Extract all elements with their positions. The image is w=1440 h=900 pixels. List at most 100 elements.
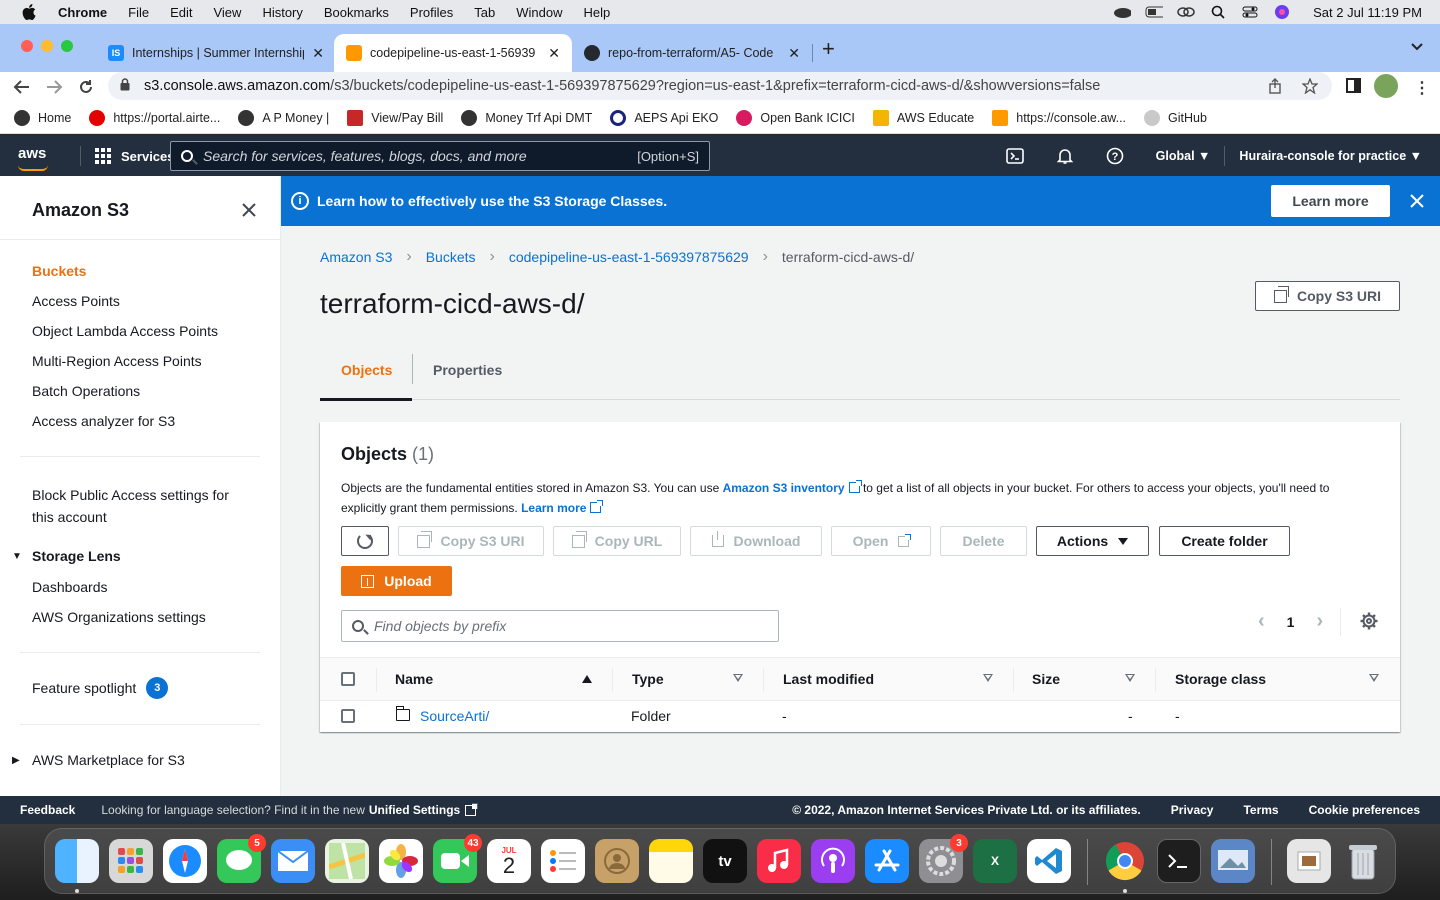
column-header-last-modified[interactable]: Last modified [783, 671, 874, 687]
zoom-window-button[interactable] [61, 40, 73, 52]
siri-icon[interactable] [1273, 5, 1291, 19]
account-menu[interactable]: Huraira-console for practice ▼ [1239, 149, 1422, 163]
open-button[interactable]: Open [831, 526, 931, 556]
cloudshell-icon[interactable] [1005, 147, 1024, 165]
browser-tab-internships[interactable]: IS Internships | Summer Internship ✕ [96, 34, 336, 72]
downloads-stack-icon[interactable] [1287, 839, 1331, 883]
excel-icon[interactable]: X [973, 839, 1017, 883]
safari-icon[interactable] [163, 839, 207, 883]
finder-icon[interactable] [55, 839, 99, 883]
tab-search-chevron-icon[interactable] [1410, 40, 1424, 55]
bookmark-github[interactable]: GitHub [1144, 109, 1207, 126]
notes-icon[interactable] [649, 839, 693, 883]
table-row[interactable]: SourceArti/ Folder - - - [320, 701, 1400, 731]
learn-more-button[interactable]: Learn more [1271, 185, 1390, 217]
profile-avatar[interactable] [1374, 74, 1398, 98]
create-folder-button[interactable]: Create folder [1159, 526, 1290, 556]
sort-caret-icon[interactable] [1125, 674, 1135, 682]
unified-settings-link[interactable]: Unified Settings [369, 803, 460, 817]
select-all-checkbox[interactable] [341, 672, 355, 686]
sort-caret-icon[interactable] [983, 674, 993, 682]
help-icon[interactable]: ? [1106, 147, 1124, 165]
learn-more-link[interactable]: Learn more [521, 501, 586, 515]
sidebar-item-batch-operations[interactable]: Batch Operations [32, 383, 140, 399]
sidebar-item-feature-spotlight[interactable]: Feature spotlight 3 [32, 677, 169, 699]
music-icon[interactable] [757, 839, 801, 883]
sort-ascending-icon[interactable] [582, 675, 592, 683]
column-header-size[interactable]: Size [1032, 671, 1060, 687]
calendar-icon[interactable]: JUL 2 [487, 839, 531, 883]
launchpad-icon[interactable] [109, 839, 153, 883]
menu-view[interactable]: View [213, 5, 241, 20]
bookmark-home[interactable]: Home [14, 109, 71, 126]
privacy-link[interactable]: Privacy [1171, 803, 1214, 817]
delete-button[interactable]: Delete [940, 526, 1027, 556]
menu-app-name[interactable]: Chrome [58, 5, 107, 20]
close-window-button[interactable] [21, 40, 33, 52]
breadcrumb-amazon-s3[interactable]: Amazon S3 [320, 249, 392, 265]
menu-edit[interactable]: Edit [170, 5, 192, 20]
column-header-type[interactable]: Type [632, 671, 664, 687]
system-preferences-icon[interactable]: 3 [919, 834, 968, 883]
menu-clock[interactable]: Sat 2 Jul 11:19 PM [1313, 5, 1422, 20]
side-panel-icon[interactable] [1346, 78, 1362, 97]
breadcrumb-buckets[interactable]: Buckets [426, 249, 476, 265]
bookmark-view-pay-bill[interactable]: View/Pay Bill [347, 109, 443, 126]
terms-link[interactable]: Terms [1243, 803, 1278, 817]
mail-icon[interactable] [271, 839, 315, 883]
current-page-number[interactable]: 1 [1287, 614, 1295, 630]
upload-button[interactable]: Upload [341, 566, 452, 596]
menu-history[interactable]: History [262, 5, 302, 20]
podcasts-icon[interactable] [811, 839, 855, 883]
close-tab-icon[interactable]: ✕ [312, 45, 324, 62]
share-icon[interactable] [1268, 78, 1282, 98]
sidebar-group-aws-marketplace[interactable]: ▶ AWS Marketplace for S3 [12, 752, 185, 768]
browser-tab-codepipeline[interactable]: codepipeline-us-east-1-56939 ✕ [334, 34, 572, 72]
terminal-icon[interactable] [1157, 839, 1201, 883]
download-button[interactable]: Download [690, 526, 822, 556]
photos-icon[interactable] [379, 839, 423, 883]
sort-caret-icon[interactable] [733, 674, 743, 682]
menu-file[interactable]: File [128, 5, 149, 20]
sidebar-item-access-points[interactable]: Access Points [32, 293, 120, 309]
apple-tv-icon[interactable]: tv [703, 839, 747, 883]
bookmark-money-trf-api[interactable]: Money Trf Api DMT [461, 109, 592, 126]
contacts-icon[interactable] [595, 839, 639, 883]
battery-icon[interactable] [1145, 5, 1164, 19]
app-store-icon[interactable] [865, 839, 909, 883]
sidebar-item-object-lambda-access-points[interactable]: Object Lambda Access Points [32, 323, 218, 339]
menu-window[interactable]: Window [516, 5, 562, 20]
creative-cloud-icon[interactable] [1113, 5, 1132, 19]
previous-page-chevron-icon[interactable]: ‹ [1258, 610, 1265, 633]
copy-url-button[interactable]: Copy URL [553, 526, 681, 556]
gear-icon[interactable] [1360, 612, 1378, 630]
menu-bookmarks[interactable]: Bookmarks [324, 5, 389, 20]
bookmark-airtel-portal[interactable]: https://portal.airte... [89, 109, 220, 126]
sidebar-item-block-public-access[interactable]: Block Public Access settings for this ac… [32, 484, 229, 528]
sidebar-item-aws-organizations-settings[interactable]: AWS Organizations settings [32, 609, 206, 625]
lock-icon[interactable] [120, 77, 134, 95]
services-menu-button[interactable]: Services [95, 148, 175, 164]
chrome-icon[interactable] [1103, 839, 1147, 883]
close-sidebar-icon[interactable] [242, 200, 256, 223]
menu-tab[interactable]: Tab [474, 5, 495, 20]
vscode-icon[interactable] [1027, 839, 1071, 883]
bookmark-aws-educate[interactable]: AWS Educate [872, 109, 974, 126]
menu-profiles[interactable]: Profiles [410, 5, 453, 20]
sidebar-item-buckets[interactable]: Buckets [32, 263, 86, 279]
breadcrumb-bucket[interactable]: codepipeline-us-east-1-569397875629 [509, 249, 749, 265]
sidebar-group-storage-lens[interactable]: ▼ Storage Lens [12, 548, 121, 564]
bookmark-aeps-api[interactable]: AEPS Api EKO [610, 109, 718, 126]
bookmark-star-icon[interactable] [1301, 77, 1319, 98]
facetime-icon[interactable]: 43 [433, 834, 482, 883]
apple-icon[interactable] [20, 3, 38, 21]
reload-icon[interactable] [75, 76, 97, 98]
cookie-preferences-link[interactable]: Cookie preferences [1309, 803, 1420, 817]
object-name-link[interactable]: SourceArti/ [420, 708, 489, 724]
bookmark-aws-console[interactable]: https://console.aw... [992, 109, 1126, 126]
back-arrow-icon[interactable] [11, 76, 33, 98]
column-header-storage-class[interactable]: Storage class [1175, 671, 1266, 687]
close-tab-icon[interactable]: ✕ [548, 45, 560, 62]
maps-icon[interactable] [325, 839, 369, 883]
row-select-checkbox[interactable] [341, 709, 355, 723]
